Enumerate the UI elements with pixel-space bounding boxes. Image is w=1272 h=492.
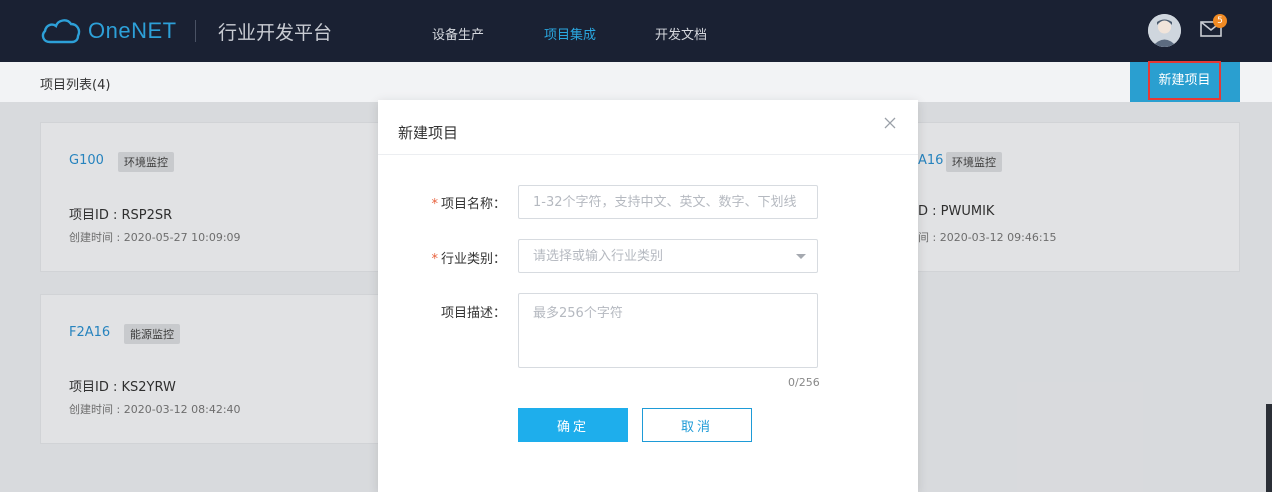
project-name-input[interactable] [518,185,818,219]
confirm-button[interactable]: 确定 [518,408,628,442]
close-icon[interactable] [883,116,897,130]
dialog-divider [378,154,918,155]
user-avatar[interactable] [1148,14,1181,47]
onenet-logo[interactable]: OneNET [40,16,177,46]
required-mark: * [431,197,438,212]
user-avatar-icon [1148,14,1181,47]
logo-divider [195,20,196,42]
nav-item-dev-docs[interactable]: 开发文档 [655,24,707,43]
required-mark: * [431,252,438,267]
project-description-textarea[interactable] [518,293,818,368]
sub-header: 项目列表(4) [0,62,1272,102]
project-name-label: * 项目名称： [431,197,506,212]
logo-text: OneNET [88,18,177,43]
project-list-title: 项目列表(4) [40,78,111,93]
chevron-down-icon[interactable] [796,254,806,259]
platform-title: 行业开发平台 [218,22,333,44]
scrollbar[interactable] [1266,404,1272,492]
new-project-dialog: 新建项目 *项目名称： *行业类别： 项目描述： 0/256 确定 取消 [378,100,918,492]
nav-item-project-integration[interactable]: 项目集成 [544,24,596,43]
industry-category-label: * 行业类别： [431,252,506,267]
cloud-logo-icon [41,19,81,44]
cancel-button[interactable]: 取消 [642,408,752,442]
new-project-button[interactable]: 新建项目 [1148,61,1221,100]
top-navbar: OneNET 行业开发平台 设备生产 项目集成 开发文档 5 [0,0,1272,62]
project-description-label: 项目描述： [440,306,506,321]
nav-item-device-production[interactable]: 设备生产 [432,24,484,43]
mail-badge: 5 [1213,14,1227,28]
industry-category-select[interactable] [518,239,818,273]
description-char-counter: 0/256 [788,376,820,389]
dialog-title: 新建项目 [398,124,459,142]
